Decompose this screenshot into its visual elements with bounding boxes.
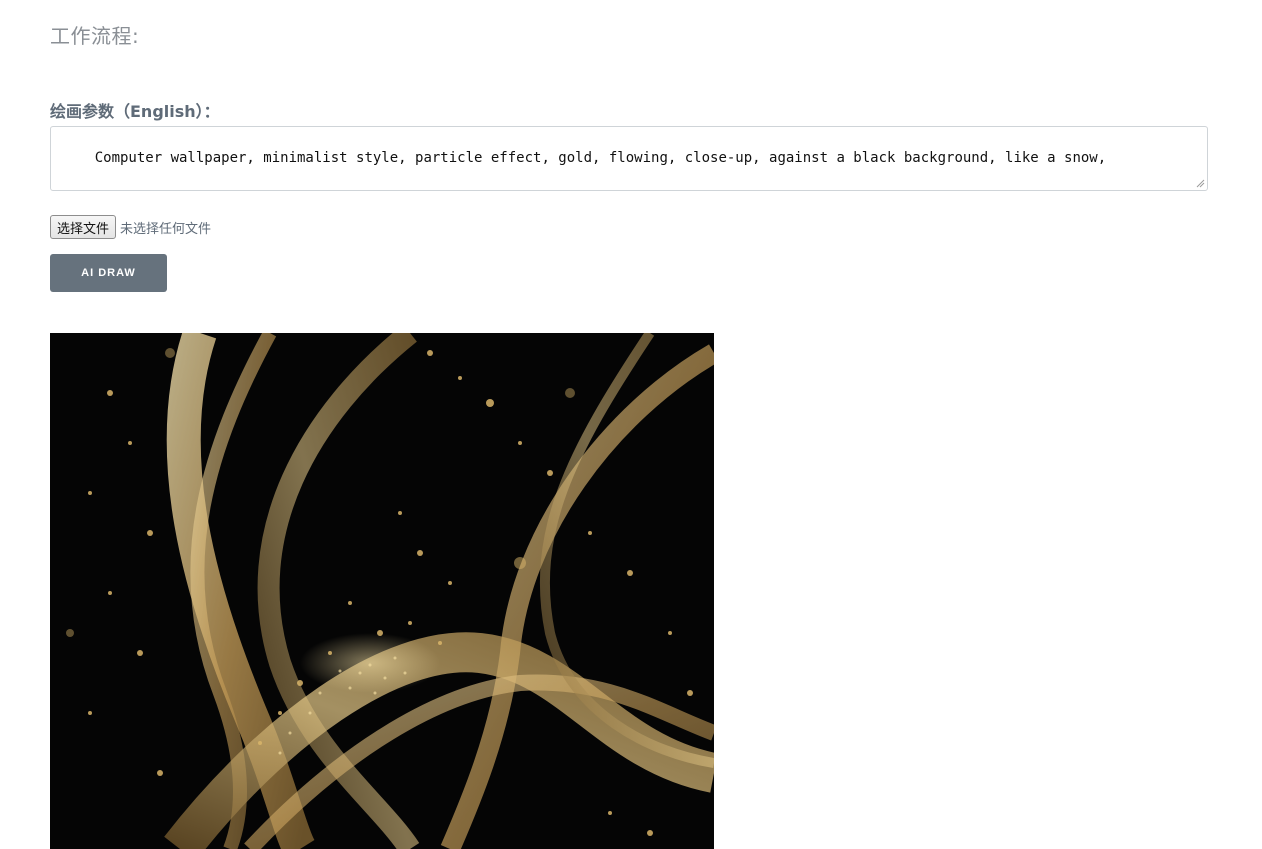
generated-artwork-icon — [50, 333, 714, 849]
prompt-text: Computer wallpaper, minimalist style, pa… — [94, 150, 1107, 166]
choose-file-button[interactable]: 选择文件 — [50, 215, 117, 239]
ai-draw-button[interactable]: AI DRAW — [50, 254, 167, 292]
resize-handle-icon[interactable] — [1195, 178, 1205, 188]
workflow-title: 工作流程: — [50, 24, 140, 48]
file-status: 未选择任何文件 — [120, 221, 212, 237]
file-input: 选择文件 未选择任何文件 — [50, 215, 211, 239]
generated-image — [50, 333, 714, 849]
params-label: 绘画参数（English）： — [50, 102, 220, 121]
page: 工作流程: 绘画参数（English）： Computer wallpaper,… — [0, 0, 1262, 849]
prompt-textarea[interactable]: Computer wallpaper, minimalist style, pa… — [50, 126, 1208, 191]
